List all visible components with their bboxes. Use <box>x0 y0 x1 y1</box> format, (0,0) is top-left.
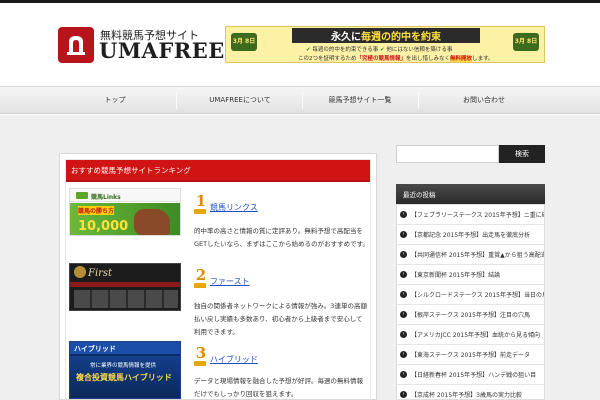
post-title: 【京都記念 2015年予想】出走馬を徹底分析 <box>411 232 531 239</box>
ranking-box: おすすめ競馬予想サイトランキング 競馬Links 競馬の勝ち方 10,000 1… <box>59 153 377 400</box>
check-icon: ✔ <box>380 47 385 53</box>
banner-line2-mark: 無料開放 <box>450 56 473 62</box>
nav-item-about[interactable]: UMAFREEについて <box>190 87 290 113</box>
arrow-right-icon: › <box>400 211 407 218</box>
post-title: 【根岸ステークス 2015年予想】注目の穴馬 <box>411 312 530 319</box>
arrow-right-icon: › <box>400 391 407 398</box>
list-item[interactable]: › 【東海ステークス 2015年予想】前走データ <box>397 345 544 365</box>
crown-icon: 2 <box>195 266 207 284</box>
thumb-logo <box>76 192 88 199</box>
rank-1-description: 的中率の高さと情報の質に定評あり。無料予想で高配当をGETしたいなら、まずはここ… <box>194 227 369 248</box>
banner-line1-pre: 毎週の的中を約束できる事 <box>312 47 379 53</box>
crown-base <box>194 283 206 288</box>
post-title: 【東海ステークス 2015年予想】前走データ <box>411 352 530 359</box>
post-title: 【フェブラリーステークス 2015年予想】ニ重に確信を持つ理由 <box>411 212 544 219</box>
nav-item-contact[interactable]: お問い合わせ <box>434 87 534 113</box>
list-item[interactable]: › 【京都記念 2015年予想】出走馬を徹底分析 <box>397 225 544 245</box>
thumb-grid <box>74 290 178 308</box>
search-input[interactable] <box>396 145 499 163</box>
rank-2: 2 ファースト <box>194 264 264 294</box>
post-title: 【シルクロードステークス 2015年予想】当日の馬場状態 <box>411 292 544 299</box>
crown-icon: 1 <box>195 192 207 210</box>
rank-2-link[interactable]: ファースト <box>210 276 250 287</box>
post-title: 【アメリカJCC 2015年予想】血統から見る傾向 <box>411 332 541 339</box>
rank-3: 3 ハイブリッド <box>194 342 264 372</box>
list-item[interactable]: › 【シルクロードステークス 2015年予想】当日の馬場状態 <box>397 285 544 305</box>
banner-badge-right: 3月 8日 <box>513 33 539 51</box>
arrow-right-icon: › <box>400 351 407 358</box>
thumb-hero: 競馬の勝ち方 10,000 <box>70 203 180 235</box>
thumb-emblem <box>74 266 86 278</box>
thumb-white-text: 常に業界の競馬情報を提供 <box>90 363 157 369</box>
ranking-inner: おすすめ競馬予想サイトランキング 競馬Links 競馬の勝ち方 10,000 1… <box>65 159 371 400</box>
rank-2-description: 独自の関係者ネットワークによる情報が強み。3連単の高額払い戻し実績も多数あり、初… <box>194 302 367 336</box>
banner-line2-mid: を出し惜しみなく <box>406 56 451 62</box>
site-thumbnail-2[interactable]: First <box>69 263 181 311</box>
site-thumbnail-3[interactable]: ハイブリッド 常に業界の競馬情報を提供 複合投資競馬ハイブリッド <box>69 341 181 399</box>
arrow-right-icon: › <box>400 331 407 338</box>
list-item[interactable]: › 【日経新春杯 2015年予想】ハンデ戦の狙い目 <box>397 365 544 385</box>
banner-line-1: ✔ 毎週の的中を約束できる事 ✔ 他にはない信頼を築ける事 <box>306 45 452 53</box>
thumb-tag: 競馬の勝ち方 <box>78 206 115 215</box>
thumb-strip <box>70 282 180 287</box>
crown-base <box>194 361 206 366</box>
post-title: 【共同通信杯 2015年予想】重賞▲から狙う高配当 <box>411 252 544 259</box>
thumb-site-name: 競馬Links <box>91 194 121 201</box>
post-title: 【日経新春杯 2015年予想】ハンデ戦の狙い目 <box>411 372 537 379</box>
recent-posts-heading: 最近の投稿 <box>396 184 545 204</box>
banner-line-2: この2つを証明するため「究極の競馬情報」を出し惜しみなく無料開放します。 <box>298 54 494 62</box>
site-logo[interactable]: 無料競馬予想サイト UMAFREE <box>58 27 224 65</box>
nav-item-site-list[interactable]: 競馬予想サイト一覧 <box>310 87 410 113</box>
thumb-number: 10,000 <box>78 219 129 234</box>
banner-line2-red: 「究極の競馬情報」 <box>356 56 407 62</box>
rank-3-link[interactable]: ハイブリッド <box>210 354 258 365</box>
list-item[interactable]: › 【京成杯 2015年予想】3歳馬の実力比較 <box>397 385 544 400</box>
recent-posts-list: › 【フェブラリーステークス 2015年予想】ニ重に確信を持つ理由 › 【京都記念 … <box>396 204 545 400</box>
banner-line2-end: します。 <box>472 56 494 62</box>
global-nav: トップ UMAFREEについて 競馬予想サイト一覧 お問い合わせ <box>0 86 600 114</box>
horse-image <box>134 209 170 235</box>
list-item[interactable]: › 【根岸ステークス 2015年予想】注目の穴馬 <box>397 305 544 325</box>
list-item[interactable]: › 【共同通信杯 2015年予想】重賞▲から狙う高配当 <box>397 245 544 265</box>
crown-base <box>194 209 206 214</box>
header-banner[interactable]: 3月 8日 永久に 毎週の的中を約束 ✔ 毎週の的中を約束できる事 ✔ 他にはない… <box>225 26 545 63</box>
nav-divider <box>302 91 303 109</box>
banner-line2-pre: この2つを証明するため <box>298 56 357 62</box>
post-title: 【京成杯 2015年予想】3歳馬の実力比較 <box>411 392 522 399</box>
rank-1-link[interactable]: 競馬リンクス <box>210 202 258 213</box>
post-title: 【東京新聞杯 2015年予想】結論 <box>411 272 501 279</box>
thumb-gold-text: 複合投資競馬ハイブリッド <box>76 373 172 382</box>
list-item[interactable]: › 【フェブラリーステークス 2015年予想】ニ重に確信を持つ理由 <box>397 205 544 225</box>
banner-title: 永久に 毎週の的中を約束 <box>292 28 480 43</box>
search-button[interactable]: 検索 <box>499 145 545 163</box>
arrow-right-icon: › <box>400 311 407 318</box>
nav-divider <box>418 91 419 109</box>
nav-item-top[interactable]: トップ <box>65 87 165 113</box>
arrow-right-icon: › <box>400 291 407 298</box>
site-thumbnail-1[interactable]: 競馬Links 競馬の勝ち方 10,000 <box>69 188 181 236</box>
top-border <box>0 0 600 3</box>
crown-icon: 3 <box>195 344 207 362</box>
banner-line1-post: 他にはない信頼を築ける事 <box>386 47 453 53</box>
logo-title: UMAFREE <box>99 38 225 63</box>
nav-divider <box>176 91 177 109</box>
thumb-topbar-text: ハイブリッド <box>74 345 116 353</box>
list-item[interactable]: › 【アメリカJCC 2015年予想】血統から見る傾向 <box>397 325 544 345</box>
list-item[interactable]: › 【東京新聞杯 2015年予想】結論 <box>397 265 544 285</box>
banner-title-highlight: 毎週の的中を約束 <box>361 32 441 43</box>
thumb-topbar: ハイブリッド <box>70 342 180 354</box>
banner-title-pre: 永久に <box>331 32 361 43</box>
ranking-heading: おすすめ競馬予想サイトランキング <box>66 160 370 182</box>
arrow-right-icon: › <box>400 271 407 278</box>
thumb-brand: First <box>88 268 113 279</box>
horseshoe-icon <box>58 27 94 63</box>
arrow-right-icon: › <box>400 251 407 258</box>
rank-1: 1 競馬リンクス <box>194 190 264 220</box>
rank-3-description: データと現場情報を融合した予想が好評。毎週の無料情報だけでもしっかり回収を狙えま… <box>194 377 363 398</box>
arrow-right-icon: › <box>400 371 407 378</box>
check-icon: ✔ <box>306 47 311 53</box>
banner-badge-left: 3月 8日 <box>231 33 257 51</box>
arrow-right-icon: › <box>400 231 407 238</box>
